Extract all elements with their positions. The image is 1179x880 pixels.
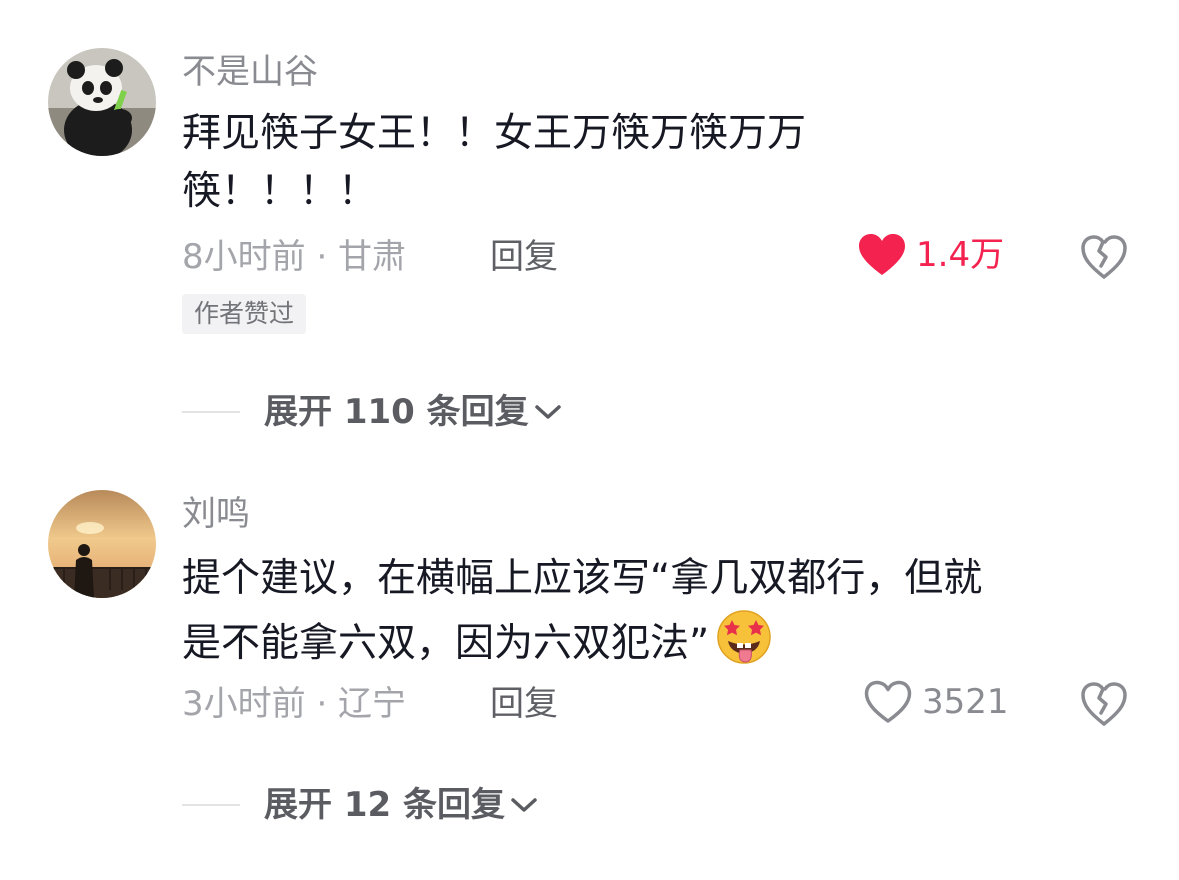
comment-meta: 3小时前 · 辽宁 (182, 684, 407, 724)
reply-button[interactable]: 回复 (490, 684, 558, 724)
like-button[interactable]: 3521 (864, 680, 1009, 724)
username[interactable]: 不是山谷 (182, 52, 318, 92)
sunset-person-avatar-icon (48, 490, 156, 598)
divider (182, 804, 240, 806)
heart-outline-icon (864, 680, 912, 723)
like-count: 1.4万 (916, 235, 1005, 275)
chevron-down-icon (511, 798, 537, 812)
like-count: 3521 (922, 682, 1009, 722)
user-avatar[interactable] (48, 490, 156, 598)
comment-text-line: 是不能拿六双，因为六双犯法” (182, 621, 710, 666)
heart-filled-icon (859, 234, 905, 275)
comment-text-line-wrap: 是不能拿六双，因为六双犯法” (182, 608, 1122, 673)
author-liked-badge: 作者赞过 (182, 294, 307, 334)
comment-meta: 8小时前 · 甘肃 (182, 237, 407, 277)
reply-button[interactable]: 回复 (490, 237, 558, 277)
comment-text: 拜见筷子女王！！女王万筷万筷万万 筷！！！！ (182, 105, 1122, 221)
comment-text-line: 筷！！！！ (182, 169, 378, 214)
like-button[interactable]: 1.4万 (858, 233, 1004, 277)
expand-replies[interactable]: 展开 110 条回复 (182, 392, 563, 432)
comment-text-line: 提个建议，在横幅上应该写“拿几双都行，但就 (182, 556, 983, 601)
user-avatar[interactable] (48, 48, 156, 156)
comment-text: 提个建议，在横幅上应该写“拿几双都行，但就 是不能拿六双，因为六双犯法” (182, 550, 1122, 673)
expand-replies-label: 展开 12 条回复 (264, 785, 505, 825)
star-struck-tongue-emoji-icon (717, 610, 771, 664)
username[interactable]: 刘鸣 (182, 494, 250, 534)
comment-text-line: 拜见筷子女王！！女王万筷万筷万万 (182, 111, 807, 156)
chevron-down-icon (534, 405, 561, 419)
broken-heart-icon[interactable] (1080, 680, 1128, 728)
expand-replies-label: 展开 110 条回复 (264, 392, 529, 432)
panda-avatar-icon (48, 48, 156, 156)
expand-replies[interactable]: 展开 12 条回复 (182, 785, 539, 825)
broken-heart-icon[interactable] (1080, 233, 1128, 281)
divider (182, 411, 240, 413)
